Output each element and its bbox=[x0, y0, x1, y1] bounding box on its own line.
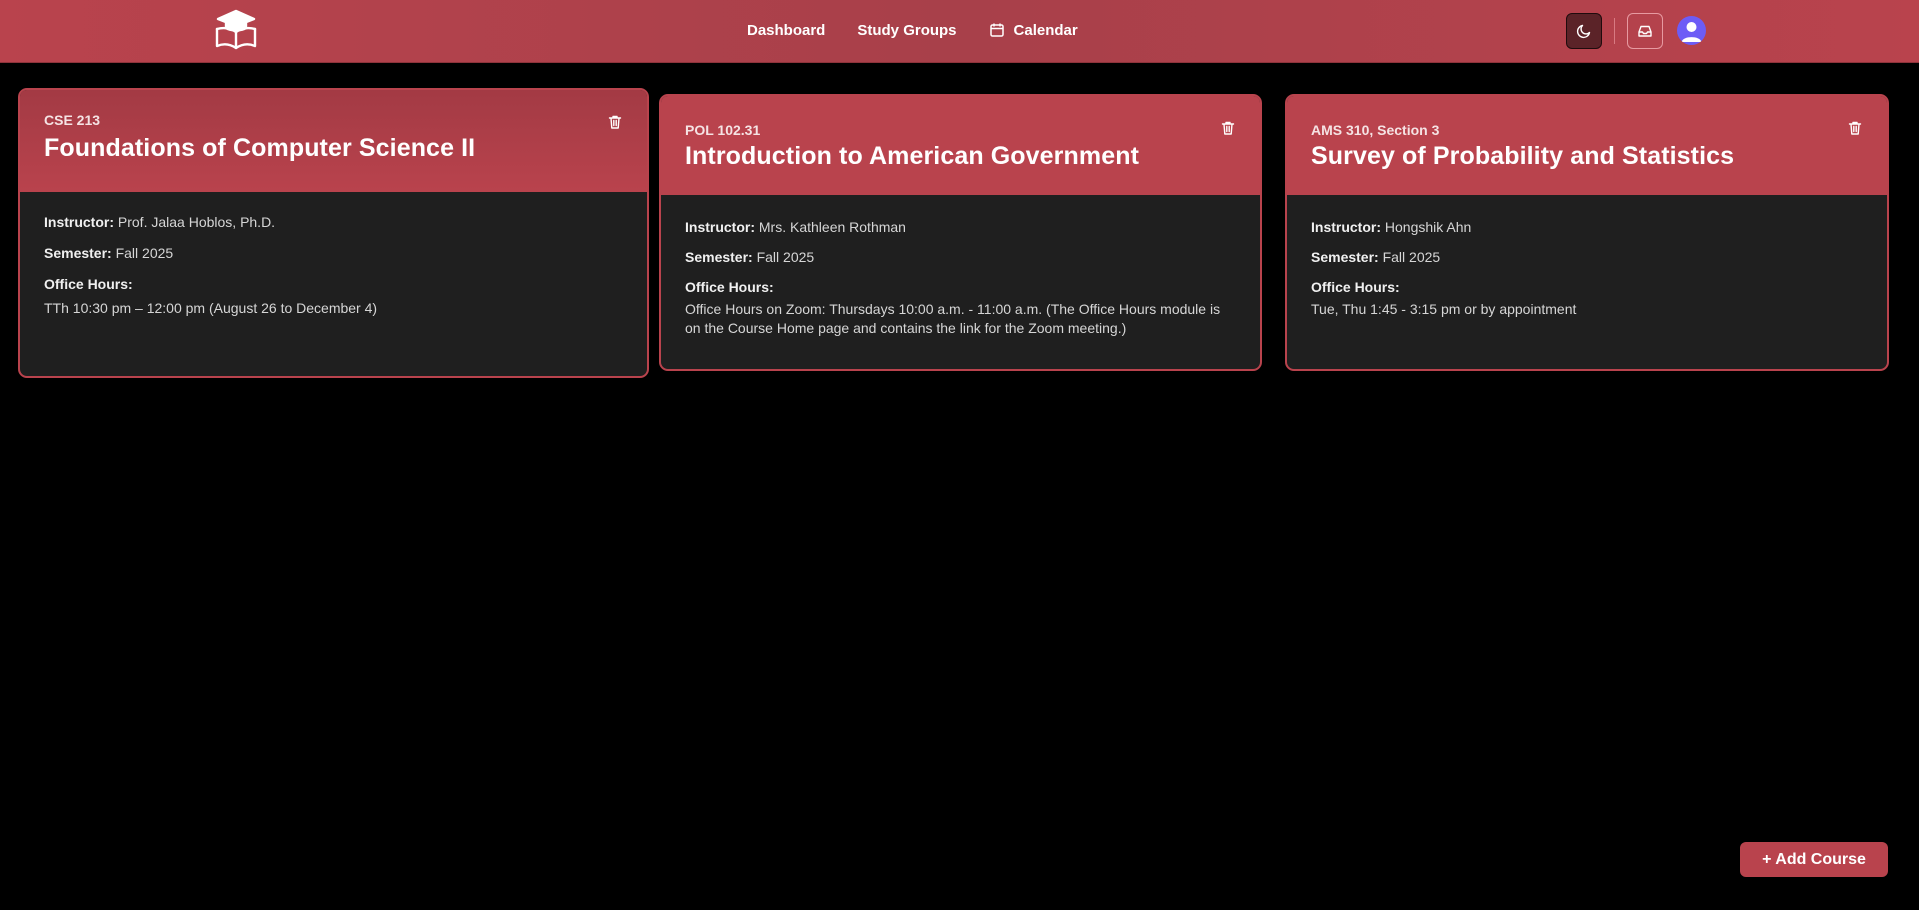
moon-icon bbox=[1576, 24, 1591, 38]
inbox-button[interactable] bbox=[1627, 12, 1663, 49]
instructor-row: Instructor: Prof. Jalaa Hoblos, Ph.D. bbox=[44, 214, 623, 230]
course-card-header: POL 102.31 Introduction to American Gove… bbox=[661, 96, 1260, 195]
course-title: Foundations of Computer Science II bbox=[44, 134, 476, 162]
semester-value: Fall 2025 bbox=[756, 249, 815, 265]
graduation-cap-book-icon[interactable] bbox=[214, 9, 258, 51]
semester-row: Semester: Fall 2025 bbox=[685, 249, 1236, 265]
semester-row: Semester: Fall 2025 bbox=[1311, 249, 1863, 265]
instructor-label: Instructor: bbox=[685, 219, 755, 235]
semester-label: Semester: bbox=[1311, 249, 1379, 265]
office-hours-value: Office Hours on Zoom: Thursdays 10:00 a.… bbox=[685, 301, 1221, 336]
inbox-icon bbox=[1638, 25, 1652, 37]
nav-dashboard-link[interactable]: Dashboard bbox=[747, 22, 825, 39]
instructor-row: Instructor: Mrs. Kathleen Rothman bbox=[685, 219, 1236, 235]
course-card-header: AMS 310, Section 3 Survey of Probability… bbox=[1287, 96, 1887, 195]
office-hours-label: Office Hours: bbox=[1311, 279, 1400, 295]
nav-divider bbox=[1614, 17, 1615, 44]
semester-value: Fall 2025 bbox=[115, 245, 174, 261]
semester-row: Semester: Fall 2025 bbox=[44, 245, 623, 261]
instructor-value: Hongshik Ahn bbox=[1384, 219, 1472, 235]
nav-calendar-label: Calendar bbox=[1013, 21, 1078, 39]
office-hours-label: Office Hours: bbox=[44, 276, 133, 292]
instructor-value: Mrs. Kathleen Rothman bbox=[758, 219, 906, 235]
course-title: Survey of Probability and Statistics bbox=[1311, 142, 1735, 170]
office-hours-label: Office Hours: bbox=[685, 279, 774, 295]
trash-icon[interactable] bbox=[1220, 120, 1236, 136]
instructor-label: Instructor: bbox=[1311, 219, 1381, 235]
user-icon bbox=[1681, 22, 1702, 42]
course-card[interactable]: AMS 310, Section 3 Survey of Probability… bbox=[1285, 94, 1889, 371]
theme-toggle-button[interactable] bbox=[1566, 12, 1602, 49]
instructor-label: Instructor: bbox=[44, 214, 114, 230]
instructor-row: Instructor: Hongshik Ahn bbox=[1311, 219, 1863, 235]
course-title: Introduction to American Government bbox=[685, 142, 1140, 170]
user-avatar[interactable] bbox=[1677, 16, 1706, 45]
trash-icon[interactable] bbox=[607, 114, 623, 130]
office-hours-value: TTh 10:30 pm – 12:00 pm (August 26 to De… bbox=[44, 300, 378, 316]
nav-study-groups-link[interactable]: Study Groups bbox=[857, 22, 956, 39]
course-card-body: Instructor: Mrs. Kathleen Rothman Semest… bbox=[661, 195, 1260, 358]
nav-study-groups-label: Study Groups bbox=[857, 21, 957, 39]
instructor-value: Prof. Jalaa Hoblos, Ph.D. bbox=[117, 214, 276, 230]
course-card-body: Instructor: Prof. Jalaa Hoblos, Ph.D. Se… bbox=[20, 192, 647, 338]
add-course-button[interactable]: + Add Course bbox=[1740, 842, 1888, 877]
nav-dashboard-label: Dashboard bbox=[747, 21, 826, 39]
nav-actions bbox=[1566, 12, 1706, 49]
semester-value: Fall 2025 bbox=[1382, 249, 1441, 265]
semester-label: Semester: bbox=[44, 245, 112, 261]
office-hours-value: Tue, Thu 1:45 - 3:15 pm or by appointmen… bbox=[1311, 301, 1577, 317]
semester-label: Semester: bbox=[685, 249, 753, 265]
top-navbar: Dashboard Study Groups Calendar bbox=[0, 0, 1919, 63]
course-code: POL 102.31 bbox=[685, 122, 761, 138]
course-card-header: CSE 213 Foundations of Computer Science … bbox=[20, 90, 647, 192]
main-nav: Dashboard Study Groups Calendar bbox=[747, 0, 1110, 60]
course-card[interactable]: CSE 213 Foundations of Computer Science … bbox=[18, 88, 649, 378]
calendar-icon bbox=[989, 23, 1004, 37]
course-code: CSE 213 bbox=[44, 112, 101, 128]
nav-calendar-link[interactable]: Calendar bbox=[989, 22, 1078, 39]
course-card[interactable]: POL 102.31 Introduction to American Gove… bbox=[659, 94, 1262, 371]
course-card-body: Instructor: Hongshik Ahn Semester: Fall … bbox=[1287, 195, 1887, 339]
course-code: AMS 310, Section 3 bbox=[1311, 122, 1440, 138]
trash-icon[interactable] bbox=[1847, 120, 1863, 136]
